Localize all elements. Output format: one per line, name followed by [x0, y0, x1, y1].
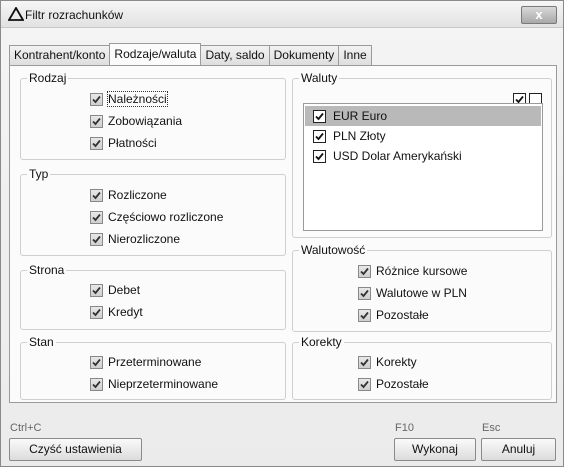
checkbox-icon [313, 149, 326, 163]
checkbox-icon [90, 210, 103, 224]
currency-label: EUR Euro [333, 109, 388, 123]
group-stan-title: Stan [27, 335, 56, 349]
cancel-button[interactable]: Anuluj [481, 438, 556, 461]
group-walutowosc: Walutowość Różnice kursowe Walutowe w PL… [292, 243, 552, 332]
cancel-hotkey: Esc [482, 422, 501, 434]
checkbox-walutowe-w-pln[interactable]: Walutowe w PLN [358, 286, 467, 300]
group-typ-title: Typ [27, 167, 51, 181]
checkbox-icon [90, 136, 103, 150]
checkbox-icon [90, 114, 103, 128]
checkbox-pozostale-korekty[interactable]: Pozostałe [358, 377, 429, 391]
group-waluty-title: Waluty [299, 71, 340, 85]
checkbox-platnosci[interactable]: Płatności [90, 136, 157, 150]
checkbox-label: Korekty [376, 355, 417, 369]
currency-row-usd[interactable]: USD Dolar Amerykański [305, 146, 541, 166]
checkbox-icon [358, 264, 371, 278]
checkbox-label: Walutowe w PLN [376, 286, 467, 300]
tab-dokumenty[interactable]: Dokumenty [268, 45, 340, 65]
group-typ: Typ Rozliczone Częściowo rozliczone Nier… [20, 167, 286, 256]
tab-daty-saldo[interactable]: Daty, saldo [200, 45, 270, 65]
checkbox-label: Różnice kursowe [376, 264, 468, 278]
checkbox-czesciowo-rozliczone[interactable]: Częściowo rozliczone [90, 210, 223, 224]
group-walutowosc-title: Walutowość [299, 243, 368, 257]
close-button[interactable]: x [521, 6, 557, 24]
title-bar[interactable]: Filtr rozrachunków x [1, 1, 563, 28]
currency-label: PLN Złoty [333, 129, 386, 143]
checkbox-nierozliczone[interactable]: Nierozliczone [90, 232, 180, 246]
checkbox-icon [358, 308, 371, 322]
checkbox-label: Pozostałe [376, 377, 429, 391]
currency-label: USD Dolar Amerykański [333, 149, 462, 163]
checkbox-icon [90, 283, 103, 297]
tab-rodzaje-waluta[interactable]: Rodzaje/waluta [109, 43, 202, 65]
checkbox-icon [358, 286, 371, 300]
checkbox-label: Płatności [108, 136, 157, 150]
checkbox-label: Kredyt [108, 305, 143, 319]
group-strona-title: Strona [27, 263, 67, 277]
clear-hotkey: Ctrl+C [10, 422, 42, 434]
group-strona: Strona Debet Kredyt [20, 263, 286, 330]
checkbox-nieprzeterminowane[interactable]: Nieprzeterminowane [90, 377, 218, 391]
group-rodzaj-title: Rodzaj [27, 71, 69, 85]
filter-triangle-icon [8, 7, 24, 21]
checkbox-kredyt[interactable]: Kredyt [90, 305, 143, 319]
filter-dialog: Filtr rozrachunków x Kontrahent/konto Ro… [0, 0, 564, 467]
checkbox-label: Częściowo rozliczone [108, 210, 224, 224]
checkbox-label: Zobowiązania [108, 114, 183, 128]
checkbox-debet[interactable]: Debet [90, 283, 140, 297]
checkbox-label: Należności [107, 91, 168, 107]
checkbox-icon [358, 355, 371, 369]
checkbox-icon [313, 109, 326, 123]
execute-button[interactable]: Wykonaj [394, 438, 476, 461]
checkbox-icon [313, 129, 326, 143]
checkbox-rozliczone[interactable]: Rozliczone [90, 188, 167, 202]
checkbox-label: Rozliczone [108, 188, 167, 202]
currency-row-eur[interactable]: EUR Euro [305, 106, 541, 126]
currency-list[interactable]: EUR Euro PLN Złoty USD Dolar Amerykański [303, 103, 543, 231]
currency-row-pln[interactable]: PLN Złoty [305, 126, 541, 146]
checkbox-icon [358, 377, 371, 391]
window-title: Filtr rozrachunków [25, 8, 124, 22]
checkbox-label: Nierozliczone [108, 232, 181, 246]
checkbox-naleznosci[interactable]: Należności [90, 91, 168, 107]
group-korekty: Korekty Korekty Pozostałe [292, 335, 552, 400]
checkbox-label: Nieprzeterminowane [108, 377, 219, 391]
group-stan: Stan Przeterminowane Nieprzeterminowane [20, 335, 286, 400]
tab-strip: Kontrahent/konto Rodzaje/waluta Daty, sa… [9, 43, 372, 65]
checkbox-icon [90, 377, 103, 391]
checkbox-icon [90, 305, 103, 319]
tab-kontrahent-konto[interactable]: Kontrahent/konto [9, 45, 111, 65]
checkbox-icon [90, 92, 103, 106]
checkbox-korekty[interactable]: Korekty [358, 355, 417, 369]
clear-settings-button[interactable]: Czyść ustawienia [9, 438, 142, 461]
checkbox-label: Przeterminowane [108, 355, 202, 369]
checkbox-pozostale-walutowosc[interactable]: Pozostałe [358, 308, 429, 322]
tab-inne[interactable]: Inne [338, 45, 372, 65]
ok-hotkey: F10 [395, 422, 414, 434]
group-rodzaj: Rodzaj Należności Zobowiązania Płatności [20, 71, 286, 160]
checkbox-zobowiazania[interactable]: Zobowiązania [90, 114, 182, 128]
group-waluty: Waluty EUR Euro PLN Złoty USD Dolar Amer… [292, 71, 552, 238]
checkbox-roznice-kursowe[interactable]: Różnice kursowe [358, 264, 467, 278]
checkbox-label: Pozostałe [376, 308, 429, 322]
checkbox-icon [90, 188, 103, 202]
checkbox-przeterminowane[interactable]: Przeterminowane [90, 355, 201, 369]
checkbox-icon [90, 355, 103, 369]
checkbox-icon [90, 232, 103, 246]
group-korekty-title: Korekty [299, 335, 344, 349]
checkbox-label: Debet [108, 283, 141, 297]
tab-panel: Rodzaj Należności Zobowiązania Płatności… [9, 65, 557, 403]
